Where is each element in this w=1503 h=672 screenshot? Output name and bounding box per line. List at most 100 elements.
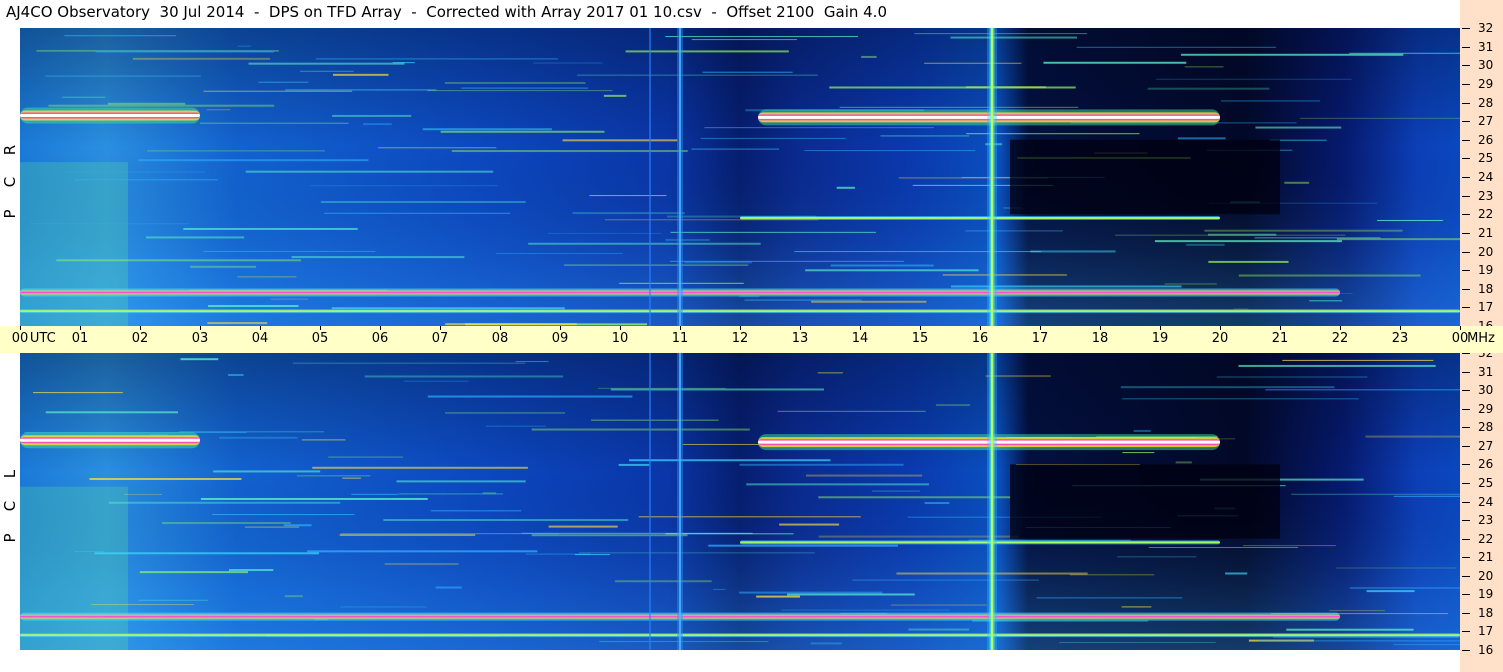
rfi-streak <box>180 358 219 361</box>
emission-band <box>20 634 1460 637</box>
time-tick-label: 04 <box>251 331 269 346</box>
rfi-streak <box>746 483 929 486</box>
rfi-streak <box>618 463 650 466</box>
rfi-streak <box>1258 640 1460 642</box>
rfi-streak <box>206 109 231 111</box>
rfi-streak <box>577 74 818 76</box>
time-tick-label: 20 <box>1211 331 1229 346</box>
freq-tick-mark <box>1462 520 1470 522</box>
freq-tick-label: 20 <box>1478 568 1494 583</box>
rfi-streak <box>1349 52 1460 54</box>
rfi-streak <box>1329 610 1385 612</box>
rfi-streak <box>1122 398 1359 400</box>
freq-tick-mark <box>1462 121 1470 123</box>
time-tick-label: 03 <box>191 331 209 346</box>
time-tick-label: 00 <box>1451 331 1469 346</box>
freq-tick-label: 27 <box>1478 114 1494 129</box>
rfi-streak <box>124 493 163 495</box>
rfi-streak <box>1121 606 1152 608</box>
emission-band <box>740 541 1220 544</box>
rfi-streak <box>872 490 920 492</box>
rfi-streak <box>237 276 297 278</box>
rfi-streak <box>591 419 719 421</box>
rfi-streak <box>1186 243 1225 246</box>
freq-tick-mark <box>1462 307 1470 309</box>
rfi-streak <box>880 135 970 137</box>
freq-tick-label: 28 <box>1478 95 1494 110</box>
freq-tick-mark <box>1462 371 1470 373</box>
rfi-streak <box>779 523 840 526</box>
emission-band <box>20 114 200 118</box>
rfi-streak <box>794 251 1042 253</box>
rfi-streak <box>1238 274 1421 277</box>
freq-tick-label: 23 <box>1478 188 1494 203</box>
polarization-letter: P <box>1 209 19 219</box>
rfi-streak <box>852 579 1039 581</box>
rfi-streak <box>682 443 764 445</box>
rfi-streak <box>64 171 205 173</box>
time-tick-label: 23 <box>1391 331 1409 346</box>
rfi-streak <box>599 641 769 643</box>
rfi-streak <box>270 298 308 300</box>
rfi-streak <box>739 591 883 594</box>
polarization-letter: R <box>1 144 19 155</box>
rfi-streak <box>445 412 566 414</box>
rfi-streak <box>908 628 970 631</box>
rfi-streak <box>629 459 831 462</box>
rfi-streak <box>562 139 678 142</box>
rfi-streak <box>610 388 824 391</box>
freq-tick-label: 19 <box>1478 263 1494 278</box>
freq-tick-label: 29 <box>1478 401 1494 416</box>
emission-band <box>20 310 1460 313</box>
freq-tick-label: 18 <box>1478 281 1494 296</box>
rfi-streak <box>1180 53 1404 56</box>
rfi-streak <box>614 580 712 583</box>
rfi-streak <box>950 285 1182 288</box>
time-tick-mark <box>200 326 201 330</box>
rfi-streak <box>1238 364 1436 367</box>
rfi-streak <box>1148 546 1299 548</box>
rfi-streak <box>383 519 629 522</box>
rfi-streak <box>1133 429 1151 432</box>
freq-tick-mark <box>1462 28 1470 29</box>
time-tick-mark <box>920 326 921 330</box>
rfi-streak <box>45 75 201 77</box>
rfi-streak <box>398 493 503 495</box>
rfi-streak <box>30 223 190 225</box>
rfi-streak <box>665 533 794 535</box>
polarization-label-lcp: L C P <box>0 353 20 650</box>
time-tick-label: 11 <box>671 331 689 346</box>
rfi-streak <box>396 480 526 483</box>
rfi-streak <box>1225 572 1248 575</box>
spectrogram-svg <box>20 28 1460 326</box>
time-tick-label: 02 <box>131 331 149 346</box>
time-tick-mark <box>260 326 261 330</box>
rfi-streak <box>924 502 950 505</box>
rfi-streak <box>229 569 274 572</box>
rfi-streak <box>1291 493 1460 495</box>
rfi-streak <box>340 606 427 608</box>
freq-tick-mark <box>1462 594 1470 596</box>
freq-tick-mark <box>1462 46 1470 48</box>
freq-tick-label: 29 <box>1478 76 1494 91</box>
freq-tick-label: 16 <box>1478 643 1494 657</box>
rfi-streak <box>351 493 399 495</box>
rfi-streak <box>48 104 275 107</box>
rfi-streak <box>45 411 178 414</box>
freq-tick-mark <box>1462 427 1470 429</box>
rfi-streak <box>64 35 177 37</box>
freq-tick-label: 23 <box>1478 513 1494 528</box>
time-tick-mark <box>1400 326 1401 330</box>
rfi-streak <box>1177 137 1226 140</box>
freq-tick-mark <box>1462 482 1470 484</box>
rfi-streak <box>56 259 302 262</box>
vertical-burst-line <box>649 28 651 326</box>
freq-tick-mark <box>1462 251 1470 253</box>
rfi-streak <box>384 563 459 566</box>
rfi-streak <box>440 130 605 133</box>
freq-tick-mark <box>1462 102 1470 104</box>
freq-tick-label: 22 <box>1478 207 1494 222</box>
rfi-streak <box>461 87 588 89</box>
rfi-streak <box>829 86 1076 89</box>
rfi-streak <box>891 604 987 606</box>
